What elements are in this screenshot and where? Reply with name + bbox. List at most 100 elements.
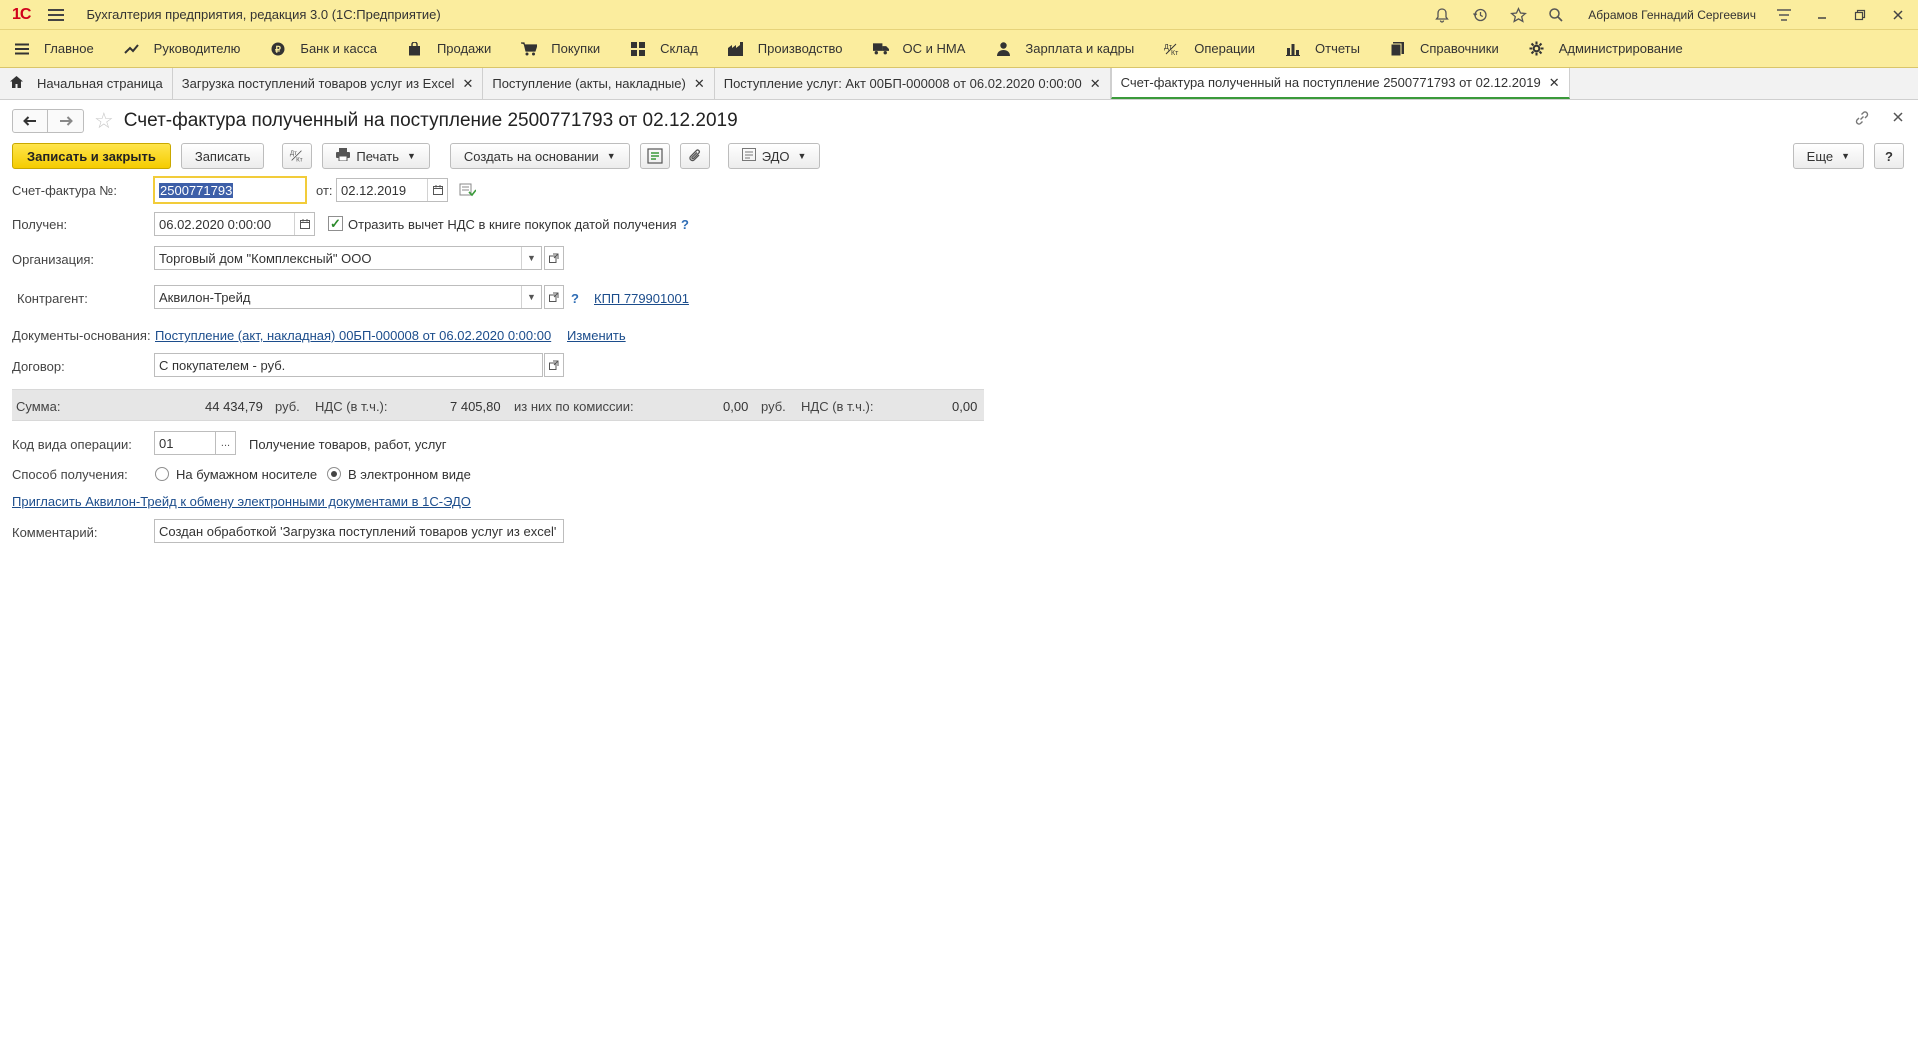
close-tab-icon[interactable]: ✕	[1549, 75, 1560, 91]
help-button[interactable]: ?	[1874, 143, 1904, 169]
change-base-documents-link[interactable]: Изменить	[567, 328, 626, 343]
counterparty-input[interactable]: Аквилон-Трейд ▼	[154, 285, 542, 309]
organization-input[interactable]: Торговый дом "Комплексный" ООО ▼	[154, 246, 542, 270]
favorite-star-icon[interactable]: ☆	[94, 108, 114, 134]
section-label: Руководителю	[153, 41, 241, 56]
form-header-actions	[1854, 110, 1904, 130]
electronic-radio[interactable]	[327, 467, 341, 481]
organization-value: Торговый дом "Комплексный" ООО	[159, 250, 372, 266]
invite-edo-link[interactable]: Пригласить Аквилон-Трейд к обмену электр…	[12, 494, 471, 509]
open-organization-button[interactable]	[544, 246, 564, 270]
history-icon[interactable]	[1470, 5, 1490, 25]
contract-input[interactable]: С покупателем - руб.	[154, 353, 543, 377]
save-button[interactable]: Записать	[180, 143, 265, 169]
received-date-input[interactable]: 06.02.2020 0:00:00	[154, 212, 315, 236]
dropdown-arrow-icon[interactable]: ▼	[521, 286, 541, 308]
base-document-link[interactable]: Поступление (акт, накладная) 00БП-000008…	[155, 328, 551, 343]
invoice-number-value: 2500771793	[159, 182, 234, 198]
comment-input[interactable]: Создан обработкой 'Загрузка поступлений …	[154, 519, 564, 543]
section-main[interactable]: Главное	[14, 41, 94, 57]
title-bar: 1С Бухгалтерия предприятия, редакция 3.0…	[0, 0, 1918, 30]
kpp-link[interactable]: КПП 779901001	[594, 291, 689, 306]
section-bank-cash[interactable]: ₽ Банк и касса	[270, 41, 377, 57]
operation-code-input[interactable]: 01	[154, 431, 216, 455]
search-icon[interactable]	[1546, 5, 1566, 25]
chart-icon	[1285, 41, 1301, 57]
edo-label: ЭДО	[761, 148, 790, 164]
paper-radio[interactable]	[155, 467, 169, 481]
link-icon[interactable]	[1854, 110, 1870, 130]
tab-excel-import[interactable]: Загрузка поступлений товаров услуг из Ex…	[172, 68, 484, 99]
main-menu-icon[interactable]	[48, 8, 65, 21]
vat-label: НДС (в т.ч.):	[315, 399, 388, 414]
more-button[interactable]: Еще ▼	[1792, 143, 1865, 169]
section-label: ОС и НМА	[902, 41, 966, 56]
section-salary-hr[interactable]: Зарплата и кадры	[995, 41, 1134, 57]
window-title: Бухгалтерия предприятия, редакция 3.0 (1…	[86, 7, 441, 22]
section-administration[interactable]: Администрирование	[1529, 41, 1683, 57]
section-reports[interactable]: Отчеты	[1285, 41, 1360, 57]
attach-files-button[interactable]	[679, 143, 710, 169]
section-production[interactable]: Производство	[727, 41, 843, 57]
base-documents-label: Документы-основания:	[12, 328, 151, 343]
sum-currency: руб.	[275, 399, 300, 414]
tab-receipts-list[interactable]: Поступление (акты, накладные) ✕	[483, 68, 715, 99]
section-warehouse[interactable]: Склад	[630, 41, 698, 57]
structure-button[interactable]	[639, 143, 670, 169]
favorites-star-icon[interactable]	[1508, 5, 1528, 25]
open-counterparty-button[interactable]	[544, 285, 564, 309]
save-and-close-button[interactable]: Записать и закрыть	[12, 143, 171, 169]
vat-deduction-help-icon[interactable]: ?	[681, 217, 689, 232]
receipt-method-label: Способ получения:	[12, 467, 128, 482]
close-tab-icon[interactable]: ✕	[1090, 76, 1101, 92]
select-operation-code-button[interactable]: ...	[215, 431, 236, 455]
counterparty-help-icon[interactable]: ?	[571, 291, 579, 306]
print-button[interactable]: Печать ▼	[322, 143, 430, 169]
mark-invoice-icon[interactable]	[459, 183, 477, 200]
operation-code-value: 01	[159, 435, 174, 451]
minimize-icon[interactable]	[1812, 5, 1832, 25]
section-catalogs[interactable]: Справочники	[1390, 41, 1499, 57]
close-tab-icon[interactable]: ✕	[694, 76, 705, 92]
section-label: Покупки	[551, 41, 601, 56]
create-based-on-button[interactable]: Создать на основании ▼	[449, 143, 630, 169]
bell-icon[interactable]	[1432, 5, 1452, 25]
settings-list-icon[interactable]	[1774, 5, 1794, 25]
form-header: ☆ Счет-фактура полученный на поступление…	[12, 108, 738, 134]
tab-invoice-received[interactable]: Счет-фактура полученный на поступление 2…	[1110, 68, 1570, 99]
close-tab-icon[interactable]: ✕	[462, 76, 473, 92]
calendar-icon[interactable]	[427, 179, 447, 201]
edo-button[interactable]: ЭДО ▼	[727, 143, 821, 169]
vat-deduction-checkbox[interactable]: ✓	[328, 216, 343, 231]
open-contract-button[interactable]	[544, 353, 564, 377]
electronic-radio-label: В электронном виде	[348, 467, 471, 482]
back-button[interactable]	[12, 109, 48, 133]
bag-icon	[407, 41, 423, 57]
section-manager[interactable]: Руководителю	[123, 41, 241, 57]
section-operations[interactable]: Дт Кт Операции	[1164, 41, 1255, 57]
restore-icon[interactable]	[1850, 5, 1870, 25]
section-fixed-assets[interactable]: ОС и НМА	[872, 41, 966, 57]
invoice-date-label: от:	[316, 183, 333, 198]
tab-home[interactable]: Начальная страница	[0, 68, 173, 99]
dropdown-arrow-icon[interactable]: ▼	[521, 247, 541, 269]
tab-services-receipt[interactable]: Поступление услуг: Акт 00БП-000008 от 06…	[714, 68, 1111, 99]
menu-icon	[14, 41, 30, 57]
section-purchases[interactable]: Покупки	[521, 41, 600, 57]
close-window-icon[interactable]	[1888, 5, 1908, 25]
paper-radio-label: На бумажном носителе	[176, 467, 318, 482]
tab-label: Поступление (акты, накладные)	[492, 76, 686, 91]
operations-icon: Дт Кт	[1164, 41, 1180, 57]
close-form-icon[interactable]	[1892, 110, 1904, 130]
invoice-number-input[interactable]: 2500771793	[153, 176, 307, 204]
section-label: Зарплата и кадры	[1025, 41, 1135, 56]
current-user[interactable]: Абрамов Геннадий Сергеевич	[1588, 8, 1756, 22]
calendar-icon[interactable]	[294, 213, 314, 235]
invoice-date-input[interactable]: 02.12.2019	[336, 178, 448, 202]
dropdown-arrow-icon: ▼	[407, 151, 416, 161]
section-label: Склад	[660, 41, 698, 56]
forward-button[interactable]	[48, 109, 84, 133]
app-logo: 1С	[12, 5, 31, 23]
section-sales[interactable]: Продажи	[407, 41, 491, 57]
dtkt-button[interactable]: Дт Кт	[282, 143, 313, 169]
